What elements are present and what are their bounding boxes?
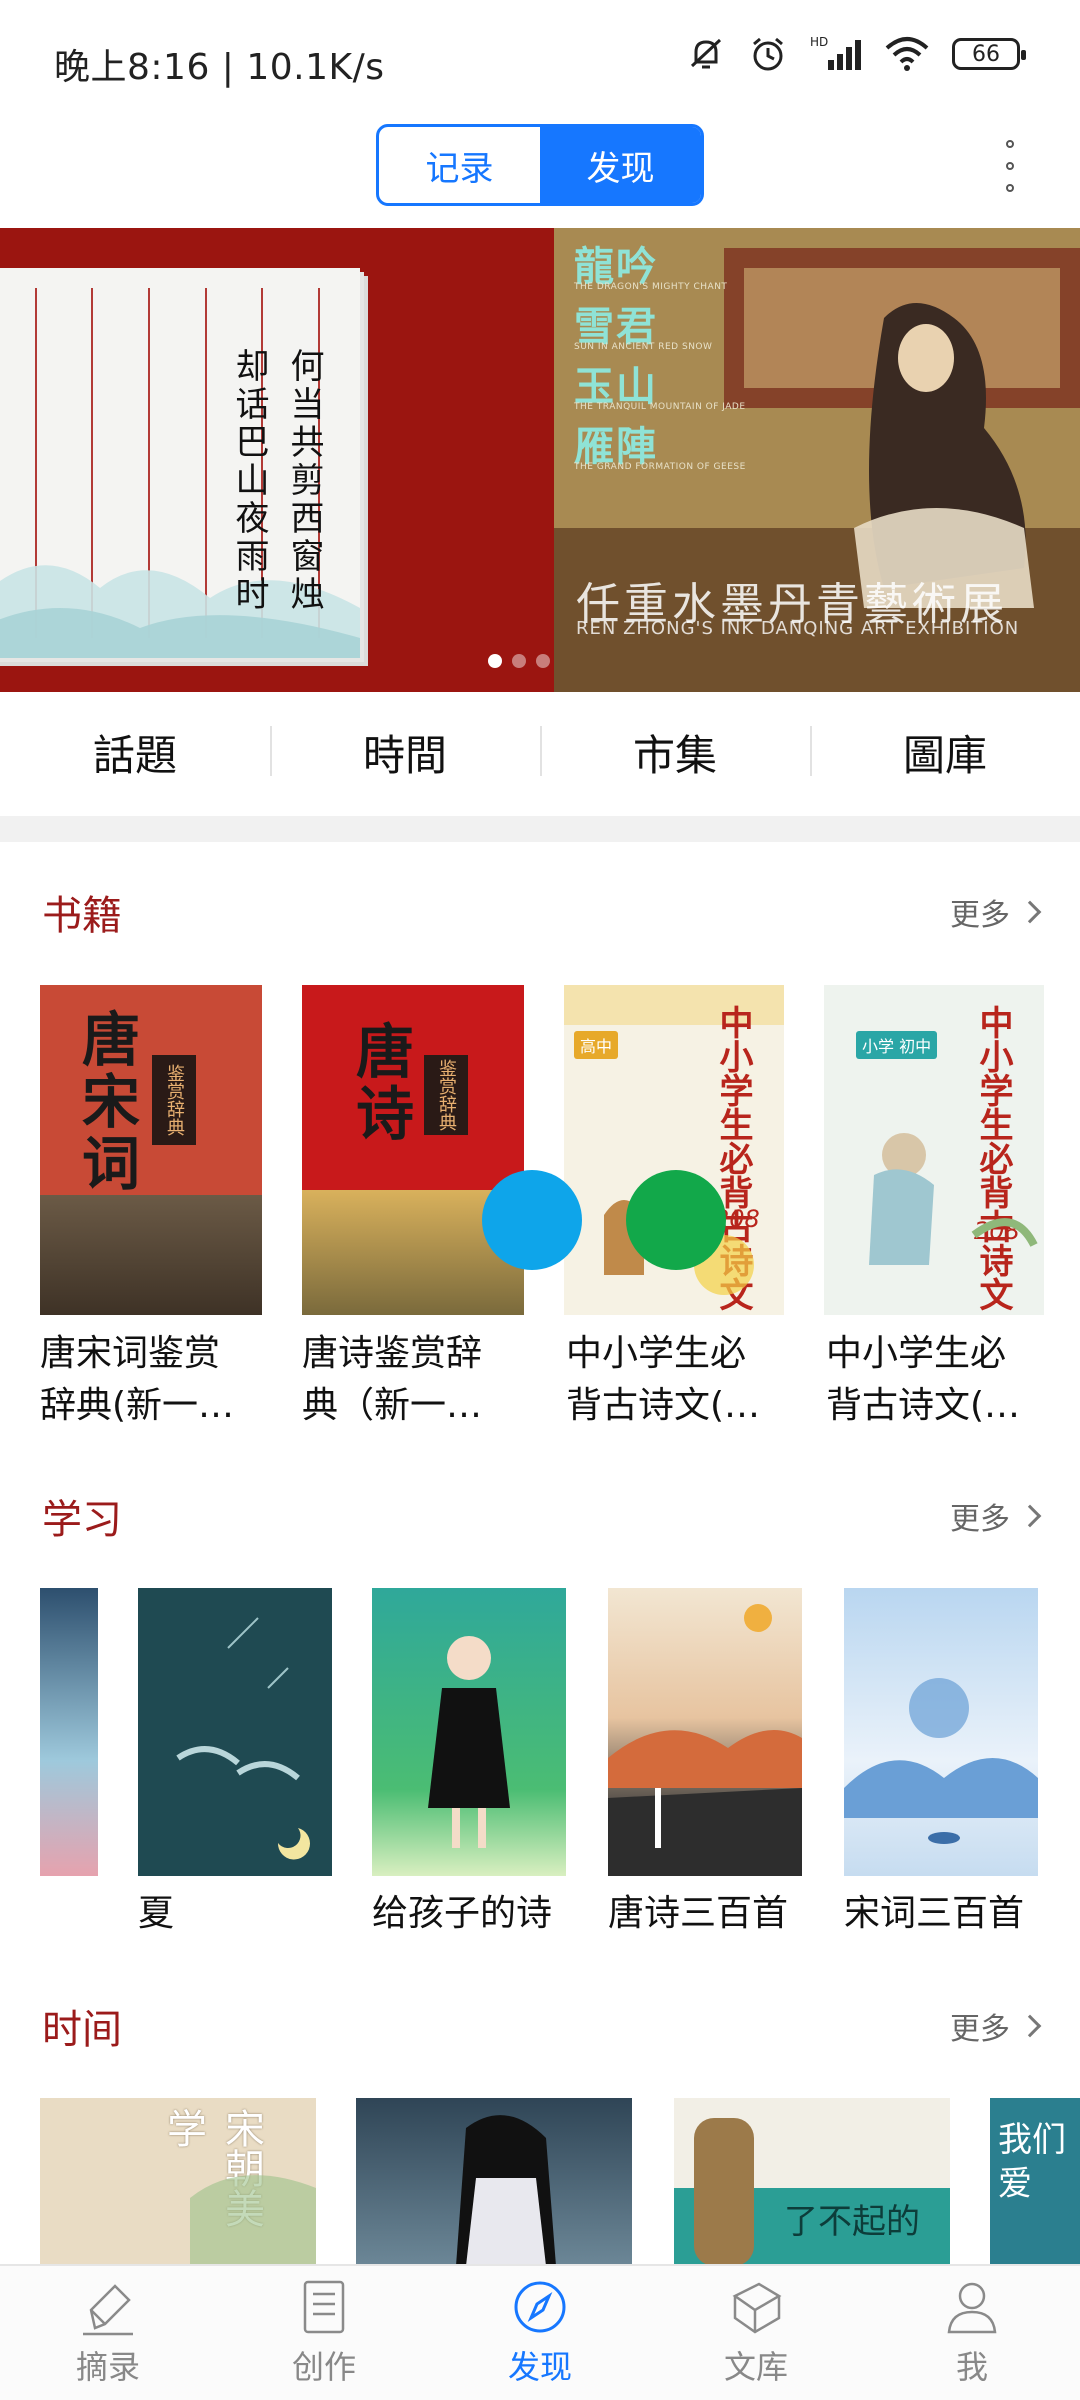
section-divider xyxy=(0,816,1080,842)
tab-record[interactable]: 记录 xyxy=(379,127,540,203)
nav-discover[interactable]: 发现 xyxy=(432,2266,648,2400)
more-vertical-icon[interactable] xyxy=(1000,140,1020,192)
exhibit-line-2-en: SUN IN ANCIENT RED SNOW xyxy=(574,342,713,352)
signal-icon: HD xyxy=(810,35,861,70)
poem-scroll-image: 何当共剪西窗烛 却话巴山夜雨时 xyxy=(0,268,360,658)
nav-excerpt[interactable]: 摘录 xyxy=(0,2266,216,2400)
study-cover-4[interactable] xyxy=(608,1588,802,1876)
books-more-link[interactable]: 更多 xyxy=(950,890,1042,934)
category-gallery[interactable]: 圖庫 xyxy=(810,722,1080,783)
study-title-2[interactable]: 夏 xyxy=(138,1888,338,1940)
exhibit-subtitle: REN ZHONG'S INK DANQING ART EXHIBITION xyxy=(576,618,1020,639)
book-title-2[interactable]: 唐诗鉴赏辞 典（新一… xyxy=(302,1328,542,1432)
bottom-navigation: 摘录 创作 发现 文库 我 xyxy=(0,2264,1080,2400)
exhibit-line-1-en: THE DRAGON'S MIGHTY CHANT xyxy=(574,282,728,292)
study-cover-3[interactable] xyxy=(372,1588,566,1876)
book-cover-2[interactable]: 唐诗 鉴赏辞典 xyxy=(302,985,524,1315)
banner-slide-exhibition[interactable]: 龍吟 THE DRAGON'S MIGHTY CHANT 雪君 SUN IN A… xyxy=(554,228,1080,692)
document-icon xyxy=(303,2280,345,2334)
category-tabs: 話題 時間 市集 圖庫 xyxy=(0,692,1080,812)
time-cover-2[interactable] xyxy=(356,2098,632,2266)
battery-level: 66 xyxy=(972,41,1000,67)
nav-me[interactable]: 我 xyxy=(864,2266,1080,2400)
book-cover-1[interactable]: 唐宋词 鉴赏辞典 xyxy=(40,985,262,1315)
book-title-4[interactable]: 中小学生必 背古诗文(… xyxy=(826,1328,1066,1432)
book-title-3[interactable]: 中小学生必 背古诗文(… xyxy=(566,1328,806,1432)
exhibit-line-3-en: THE TRANQUIL MOUNTAIN OF JADE xyxy=(574,402,746,412)
category-topics[interactable]: 話題 xyxy=(0,722,270,783)
study-section-header: 学习 更多 xyxy=(42,1486,1042,1546)
tab-discover[interactable]: 发现 xyxy=(540,127,701,203)
books-section-title: 书籍 xyxy=(42,893,122,939)
status-bar: 晚上8:16 | 10.1K/s HD 66 xyxy=(0,0,1080,120)
study-title-5[interactable]: 宋词三百首 xyxy=(844,1888,1064,1940)
study-cover-5[interactable] xyxy=(844,1588,1038,1876)
nav-library[interactable]: 文库 xyxy=(648,2266,864,2400)
poem-line-2: 却话巴山夜雨时 xyxy=(229,348,269,614)
nav-create[interactable]: 创作 xyxy=(216,2266,432,2400)
wifi-icon xyxy=(885,37,929,71)
study-cover-2[interactable] xyxy=(138,1588,332,1876)
time-section-header: 时间 更多 xyxy=(42,1996,1042,2056)
person-icon xyxy=(947,2282,997,2334)
book-title-1[interactable]: 唐宋词鉴赏 辞典(新一… xyxy=(40,1328,280,1432)
status-icons: HD 66 xyxy=(686,34,1026,74)
chevron-right-icon xyxy=(1018,2014,1042,2038)
time-cover-3[interactable]: 了不起的 xyxy=(674,2098,950,2266)
view-switch: 记录 发现 xyxy=(376,124,704,206)
study-title-4[interactable]: 唐诗三百首 xyxy=(608,1888,828,1940)
study-section-title: 学习 xyxy=(42,1497,122,1543)
study-title-3[interactable]: 给孩子的诗 xyxy=(372,1888,592,1940)
category-time[interactable]: 時間 xyxy=(270,722,540,783)
floating-green-button[interactable] xyxy=(626,1170,726,1270)
book-cover-4[interactable]: 小学 初中 中小学生必背古诗文 208 xyxy=(824,985,1044,1315)
time-cover-4[interactable]: 我们爱 xyxy=(990,2098,1080,2266)
battery-indicator: 66 xyxy=(952,38,1026,70)
status-time: 晚上8:16 | 10.1K/s xyxy=(54,47,385,88)
svg-text:HD: HD xyxy=(810,35,828,49)
chevron-right-icon xyxy=(1018,900,1042,924)
banner-carousel[interactable]: 何当共剪西窗烛 却话巴山夜雨时 龍吟 THE DRAGON'S MIGHTY C… xyxy=(0,228,1080,692)
exhibit-line-4-en: THE GRAND FORMATION OF GEESE xyxy=(574,462,746,472)
books-section-header: 书籍 更多 xyxy=(42,882,1042,942)
mute-bell-icon xyxy=(690,38,722,69)
compass-icon xyxy=(514,2281,566,2333)
banner-slide-poem[interactable]: 何当共剪西窗烛 却话巴山夜雨时 xyxy=(0,228,554,692)
alarm-icon xyxy=(753,37,783,71)
study-more-link[interactable]: 更多 xyxy=(950,1494,1042,1538)
book-icon xyxy=(732,2282,782,2334)
carousel-indicator xyxy=(488,654,550,668)
time-more-link[interactable]: 更多 xyxy=(950,2004,1042,2048)
poem-line-1: 何当共剪西窗烛 xyxy=(284,348,324,614)
floating-blue-button[interactable] xyxy=(482,1170,582,1270)
chevron-right-icon xyxy=(1018,1504,1042,1528)
category-market[interactable]: 市集 xyxy=(540,722,810,783)
study-cover-1[interactable] xyxy=(40,1588,98,1876)
time-section-title: 时间 xyxy=(42,2007,122,2053)
time-cover-1[interactable]: 宋朝美学 xyxy=(40,2098,316,2266)
pen-icon xyxy=(83,2284,133,2336)
